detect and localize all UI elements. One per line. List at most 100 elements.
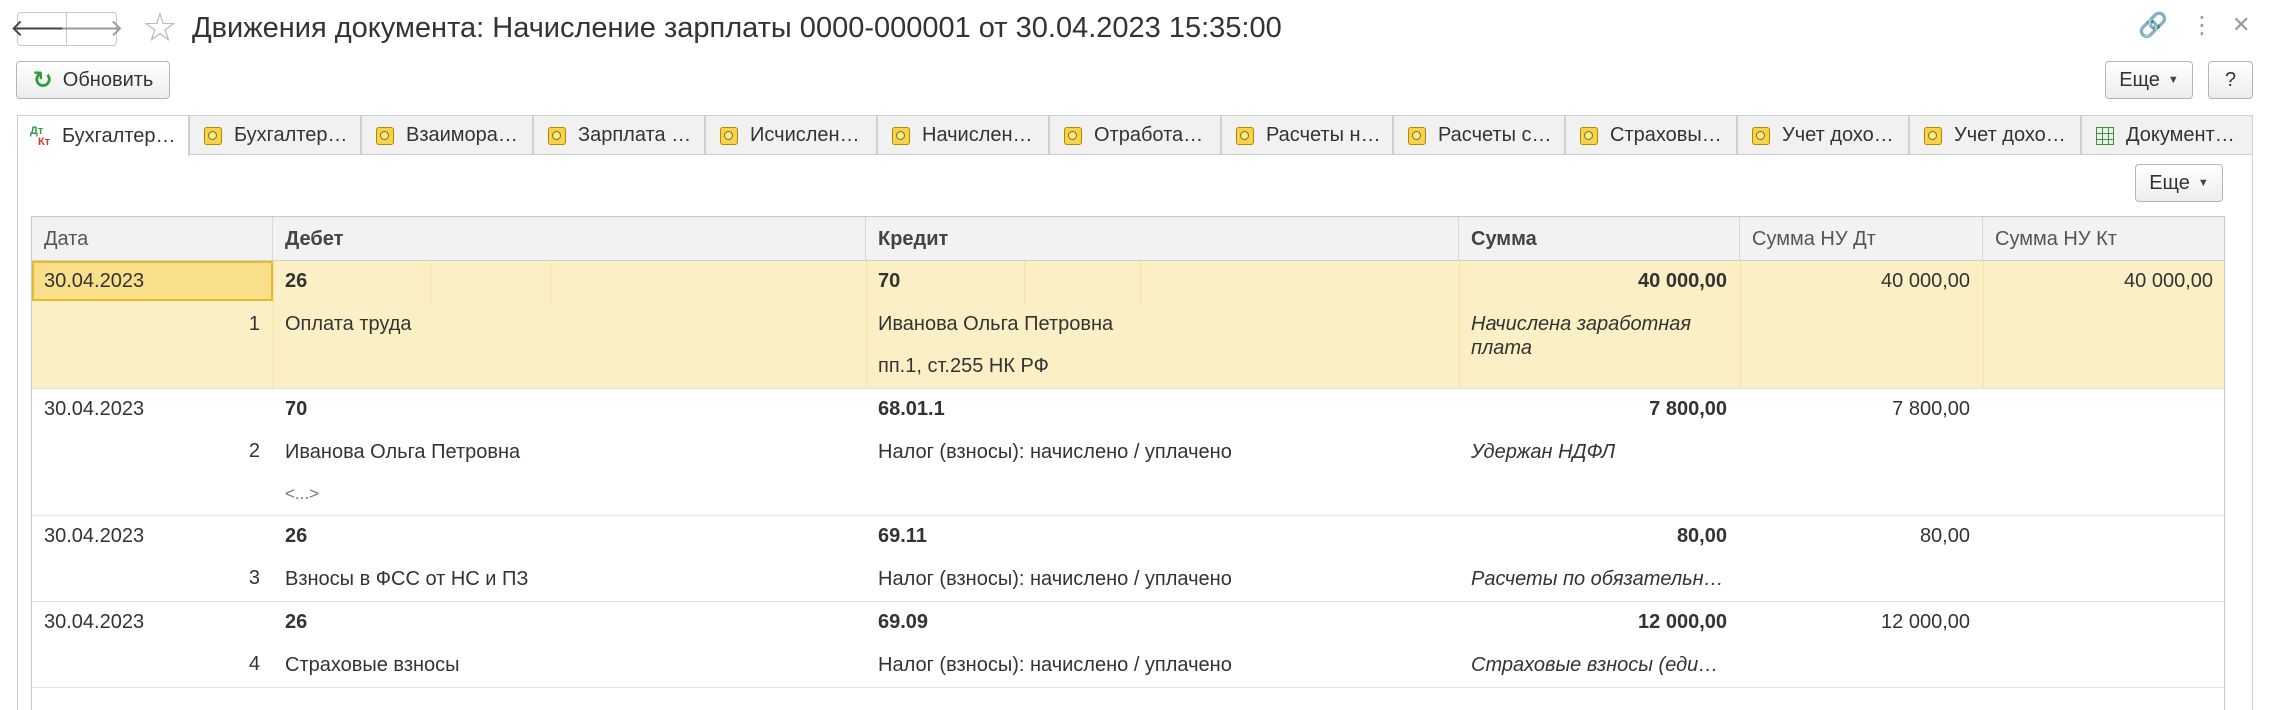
row-sum-nu-dt[interactable]: 80,00 [1740,524,1970,548]
tab-payments-n[interactable]: Расчеты н… [1221,115,1393,155]
more-button[interactable]: Еще ▼ [2105,61,2193,99]
row-content[interactable]: Расчеты по обязательн… [1471,567,1724,591]
row-date[interactable]: 30.04.2023 [44,397,144,421]
tab-document[interactable]: Документ… [2081,115,2253,155]
row-content[interactable]: Страховые взносы (еди… [1471,653,1718,677]
row-content[interactable]: Удержан НДФЛ [1471,440,1615,464]
register-icon [892,126,910,145]
credit-account[interactable]: 69.09 [878,610,928,634]
table-row[interactable]: 30.04.2023 1 26 Оплата труда 70 Иванова … [32,261,2224,389]
refresh-button[interactable]: ↻ Обновить [16,61,170,99]
tab-label: Документ… [2126,124,2235,146]
tab-income-1[interactable]: Учет дохо… [1737,115,1909,155]
tab-label: Учет дохо… [1954,124,2066,146]
debit-account[interactable]: 70 [285,397,307,421]
tab-worked[interactable]: Отработа… [1049,115,1221,155]
tab-accounting-1[interactable]: Дт Кт Бухгалтер… [17,115,189,157]
register-icon [1924,126,1942,145]
table-row[interactable]: 30.04.2023 2 70 Иванова Ольга Петровна <… [32,389,2224,516]
tab-salary[interactable]: Зарплата … [533,115,705,155]
debit-account[interactable]: 26 [285,610,307,634]
tab-label: Отработа… [1094,124,1204,146]
tab-label: Исчислен… [750,124,860,146]
row-date[interactable]: 30.04.2023 [44,524,144,548]
register-icon [1408,126,1426,145]
tab-calculated[interactable]: Исчислен… [705,115,877,155]
credit-account[interactable]: 69.11 [878,524,927,548]
row-date[interactable]: 30.04.2023 [44,269,144,293]
debit-subconto-empty[interactable]: <...> [285,482,319,506]
refresh-icon: ↻ [32,66,53,94]
tab-label: Бухгалтер… [62,125,176,147]
debit-subconto[interactable]: Взносы в ФСС от НС и ПЗ [285,567,528,591]
title-bar: 🡐 🡒 ☆ Движения документа: Начисление зар… [0,0,2270,58]
debit-subconto[interactable]: Страховые взносы [285,653,460,677]
credit-subconto[interactable]: Налог (взносы): начислено / уплачено [878,653,1232,677]
tab-settlements[interactable]: Взаимора… [361,115,533,155]
chevron-down-icon: ▼ [2197,177,2209,189]
tab-label: Зарплата … [578,124,692,146]
grid-more-button[interactable]: Еще ▼ [2135,164,2223,202]
refresh-label: Обновить [62,68,154,91]
debit-account[interactable]: 26 [285,524,307,548]
more-vertical-icon[interactable]: ⋮ [2190,14,2214,38]
table-header: Дата Дебет Кредит Сумма Сумма НУ Дт Сумм… [32,217,2224,261]
credit-subconto[interactable]: Налог (взносы): начислено / уплачено [878,567,1232,591]
tab-label: Бухгалтер… [234,124,348,146]
register-icon [1236,126,1254,145]
credit-subconto[interactable]: Налог (взносы): начислено / уплачено [878,440,1232,464]
register-icon [548,126,566,145]
credit-account[interactable]: 70 [878,269,900,293]
column-header-sum-nu-dt[interactable]: Сумма НУ Дт [1740,217,1983,261]
row-date[interactable]: 30.04.2023 [44,610,144,634]
row-number: 3 [248,567,260,589]
debit-subconto[interactable]: Оплата труда [285,312,412,336]
more-label: Еще [2119,68,2160,91]
row-number: 1 [248,313,260,335]
tab-insurance[interactable]: Страховы… [1565,115,1737,155]
tab-label: Страховы… [1610,124,1722,146]
register-icon [720,126,738,145]
register-icon [1580,126,1598,145]
row-sum-nu-dt[interactable]: 12 000,00 [1740,610,1970,634]
tab-payments-s[interactable]: Расчеты с… [1393,115,1565,155]
row-number: 2 [248,440,260,462]
row-content[interactable]: Начислена заработная плата [1471,312,1721,360]
grid-more-label: Еще [2149,171,2190,194]
column-header-sum-nu-kt[interactable]: Сумма НУ Кт [1983,217,2224,261]
debit-subconto[interactable]: Иванова Ольга Петровна [285,440,520,464]
credit-subconto[interactable]: Иванова Ольга Петровна [878,312,1113,336]
tab-label: Начислен… [922,124,1033,146]
postings-table: Дата Дебет Кредит Сумма Сумма НУ Дт Сумм… [31,216,2225,710]
row-sum[interactable]: 40 000,00 [1459,269,1727,293]
row-sum-nu-dt[interactable]: 7 800,00 [1740,397,1970,421]
debit-account[interactable]: 26 [285,269,307,293]
tab-income-2[interactable]: Учет дохо… [1909,115,2081,155]
close-icon[interactable]: ✕ [2232,14,2250,36]
forward-arrow-icon: 🡒 [59,15,124,42]
credit-account[interactable]: 68.01.1 [878,397,945,421]
column-header-credit[interactable]: Кредит [866,217,1459,261]
column-header-debit[interactable]: Дебет [273,217,866,261]
tab-accruals[interactable]: Начислен… [877,115,1049,155]
row-number: 4 [248,653,260,675]
row-sum-nu-dt[interactable]: 40 000,00 [1740,269,1970,293]
register-icon [376,126,394,145]
table-row[interactable]: 30.04.2023 3 26 Взносы в ФСС от НС и ПЗ … [32,516,2224,602]
tab-accounting-2[interactable]: Бухгалтер… [189,115,361,155]
row-sum[interactable]: 7 800,00 [1459,397,1727,421]
help-button[interactable]: ? [2208,61,2253,99]
row-sum-nu-kt[interactable]: 40 000,00 [1983,269,2213,293]
row-sum[interactable]: 80,00 [1459,524,1727,548]
column-header-sum[interactable]: Сумма [1459,217,1740,261]
star-icon[interactable]: ☆ [142,8,178,48]
forward-button[interactable]: 🡒 [59,12,124,46]
column-header-date[interactable]: Дата [32,217,273,261]
register-icon [1064,126,1082,145]
register-icon [204,126,222,145]
row-sum[interactable]: 12 000,00 [1459,610,1727,634]
link-icon[interactable]: 🔗 [2138,14,2168,38]
table-row[interactable]: 30.04.2023 4 26 Страховые взносы 69.09 Н… [32,602,2224,688]
tab-label: Учет дохо… [1782,124,1894,146]
credit-subconto[interactable]: пп.1, ст.255 НК РФ [878,354,1049,378]
